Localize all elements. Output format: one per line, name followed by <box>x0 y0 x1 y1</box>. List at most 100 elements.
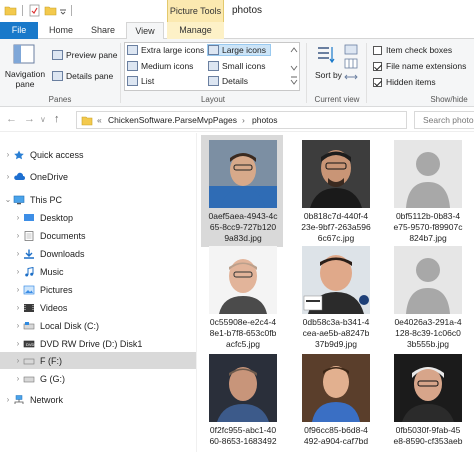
file-tile[interactable]: 0aef5aea-4943-4c 65-8cc9-727b120 9a83d.jpg <box>201 135 283 247</box>
nav-item-label: This PC <box>30 194 63 205</box>
expand-chevron-icon[interactable]: › <box>13 339 23 348</box>
collapse-chevron-icon[interactable]: ⌄ <box>3 195 13 204</box>
expand-chevron-icon[interactable]: › <box>13 231 23 240</box>
file-tile[interactable]: 0e4026a3-291a-4 128-8c39-1c06c0 3b555b.jpg <box>386 241 468 353</box>
expand-chevron-icon[interactable]: › <box>13 321 23 330</box>
expand-chevron-icon[interactable]: › <box>13 356 23 365</box>
expand-chevron-icon[interactable]: › <box>13 285 23 294</box>
expand-chevron-icon[interactable]: › <box>13 303 23 312</box>
address-bar[interactable]: « ChickenSoftware.ParseMvpPages › photos <box>76 111 407 129</box>
file-tile[interactable]: 0c55908e-e2c4-4 8e1-b7f8-653c0fb acfc5.jpg <box>201 241 283 353</box>
expand-chevron-icon[interactable]: › <box>13 267 23 276</box>
expand-chevron-icon[interactable]: › <box>13 374 23 383</box>
nav-item-quick-access[interactable]: › Quick access <box>0 146 196 163</box>
tab-file[interactable]: File <box>0 22 38 39</box>
layout-details[interactable]: Details <box>208 76 248 86</box>
file-tile[interactable]: 0f96cc85-b6d8-4 492-a904-caf7bd <box>294 349 376 452</box>
nav-item-f-drive[interactable]: › F (F:) <box>0 352 196 369</box>
file-tile[interactable]: 0db58c3a-b341-4 cea-ae5b-a8247b 37b9d9.jpg <box>294 241 376 353</box>
nav-item-this-pc[interactable]: ⌄ This PC <box>0 191 196 208</box>
nav-item-network[interactable]: › Network <box>0 391 196 408</box>
file-list: 0aef5aea-4943-4c 65-8cc9-727b120 9a83d.jpg… <box>197 133 474 452</box>
expand-chevron-icon[interactable]: › <box>13 249 23 258</box>
group-by-icon[interactable] <box>344 44 358 55</box>
item-check-boxes-toggle[interactable]: Item check boxes <box>373 45 452 55</box>
nav-item-label: DVD RW Drive (D:) Disk1 <box>40 338 143 349</box>
file-tile[interactable]: 0f2fc955-abc1-40 60-8653-1683492 <box>201 349 283 452</box>
file-name: 0f96cc85-b6d8-4 492-a904-caf7bd <box>296 425 376 447</box>
file-name-line: 0f2fc955-abc1-40 <box>209 425 277 435</box>
file-tile[interactable]: 0bf5112b-0b83-4 e75-9570-f89907c 824b7.jpg <box>386 135 468 247</box>
details-pane-button[interactable]: Details pane <box>52 71 113 81</box>
navigation-pane-button[interactable]: Navigation pane <box>4 69 46 89</box>
hidden-items-checkbox[interactable] <box>373 77 382 87</box>
size-columns-icon[interactable] <box>344 72 358 83</box>
expand-chevron-icon[interactable]: › <box>3 150 13 159</box>
tab-view[interactable]: View <box>126 22 164 40</box>
file-name-extensions-toggle[interactable]: File name extensions <box>373 61 466 71</box>
nav-item-local-disk-c[interactable]: › Local Disk (C:) <box>0 317 196 334</box>
search-input[interactable]: Search photo <box>414 111 474 129</box>
properties-icon[interactable] <box>28 4 41 17</box>
hidden-items-toggle[interactable]: Hidden items <box>373 77 436 87</box>
sort-by-icon[interactable] <box>316 44 336 66</box>
nav-item-desktop[interactable]: › Desktop <box>0 209 196 226</box>
file-name: 0db58c3a-b341-4 cea-ae5b-a8247b 37b9d9.jpg <box>296 317 376 350</box>
address-overflow-chevron[interactable]: « <box>97 115 102 125</box>
navigation-pane-icon[interactable] <box>13 44 35 64</box>
nav-item-pictures[interactable]: › Pictures <box>0 281 196 298</box>
add-columns-icon[interactable] <box>344 58 358 69</box>
nav-item-dvd-drive[interactable]: › DVD DVD RW Drive (D:) Disk1 <box>0 335 196 352</box>
photo-thumbnail <box>209 246 277 314</box>
breadcrumb-segment[interactable]: photos <box>252 115 278 125</box>
photo-thumbnail <box>394 354 462 422</box>
sort-by-button[interactable]: Sort by <box>315 70 342 80</box>
breadcrumb-separator-icon[interactable]: › <box>242 115 245 125</box>
nav-item-downloads[interactable]: › Downloads <box>0 245 196 262</box>
nav-item-g-drive[interactable]: › G (G:) <box>0 370 196 387</box>
recent-locations-icon[interactable]: ∨ <box>40 115 46 124</box>
preview-pane-button[interactable]: Preview pane <box>52 50 118 60</box>
network-icon <box>14 394 24 404</box>
expand-chevron-icon[interactable]: › <box>3 395 13 404</box>
expand-chevron-icon[interactable]: › <box>13 213 23 222</box>
nav-item-onedrive[interactable]: › OneDrive <box>0 168 196 185</box>
layout-scroll-icon[interactable] <box>290 44 298 88</box>
layout-large-icons[interactable]: Large icons <box>207 44 271 56</box>
file-tile[interactable]: 0b818c7d-440f-4 23e-9bf7-263a596 6c67c.jpg <box>294 135 376 247</box>
qat-separator <box>71 5 72 16</box>
file-name-line: 60-8653-1683492 <box>209 436 277 446</box>
drive-icon <box>23 321 35 329</box>
item-check-boxes-label: Item check boxes <box>386 45 453 55</box>
qat-dropdown-icon[interactable] <box>59 4 67 17</box>
back-arrow-icon[interactable]: ← <box>6 113 17 125</box>
tab-manage[interactable]: Manage <box>167 22 224 39</box>
layout-extra-large-icons[interactable]: Extra large icons <box>127 45 204 55</box>
group-separator <box>306 43 307 103</box>
expand-chevron-icon[interactable]: › <box>3 172 13 181</box>
nav-item-music[interactable]: › Music <box>0 263 196 280</box>
group-separator <box>366 43 367 103</box>
nav-item-documents[interactable]: › Documents <box>0 227 196 244</box>
downloads-folder-icon <box>24 249 34 259</box>
layout-list[interactable]: List <box>127 76 154 86</box>
file-name: 0f2fc955-abc1-40 60-8653-1683492 <box>203 425 283 447</box>
folder-icon[interactable] <box>4 4 17 17</box>
photo-thumbnail <box>302 140 370 208</box>
file-tile[interactable]: 0fb5030f-9fab-45 e8-8590-cf353aeb <box>386 349 468 452</box>
layout-small-icons[interactable]: Small icons <box>208 61 265 71</box>
file-name-extensions-checkbox[interactable] <box>373 61 382 71</box>
title-bar: Picture Tools photos <box>0 0 474 22</box>
forward-arrow-icon[interactable]: → <box>24 113 35 125</box>
new-folder-icon[interactable] <box>44 4 57 17</box>
tab-share[interactable]: Share <box>84 22 122 39</box>
item-check-boxes-checkbox[interactable] <box>373 45 382 55</box>
nav-item-label: Desktop <box>40 212 74 223</box>
nav-item-videos[interactable]: › Videos <box>0 299 196 316</box>
file-name-line: 65-8cc9-727b120 <box>209 222 277 232</box>
tab-home[interactable]: Home <box>42 22 80 39</box>
dvd-drive-icon: DVD <box>23 340 35 347</box>
layout-medium-icons[interactable]: Medium icons <box>127 61 193 71</box>
breadcrumb-segment[interactable]: ChickenSoftware.ParseMvpPages <box>108 115 237 125</box>
up-arrow-icon[interactable]: ↑ <box>54 113 60 125</box>
